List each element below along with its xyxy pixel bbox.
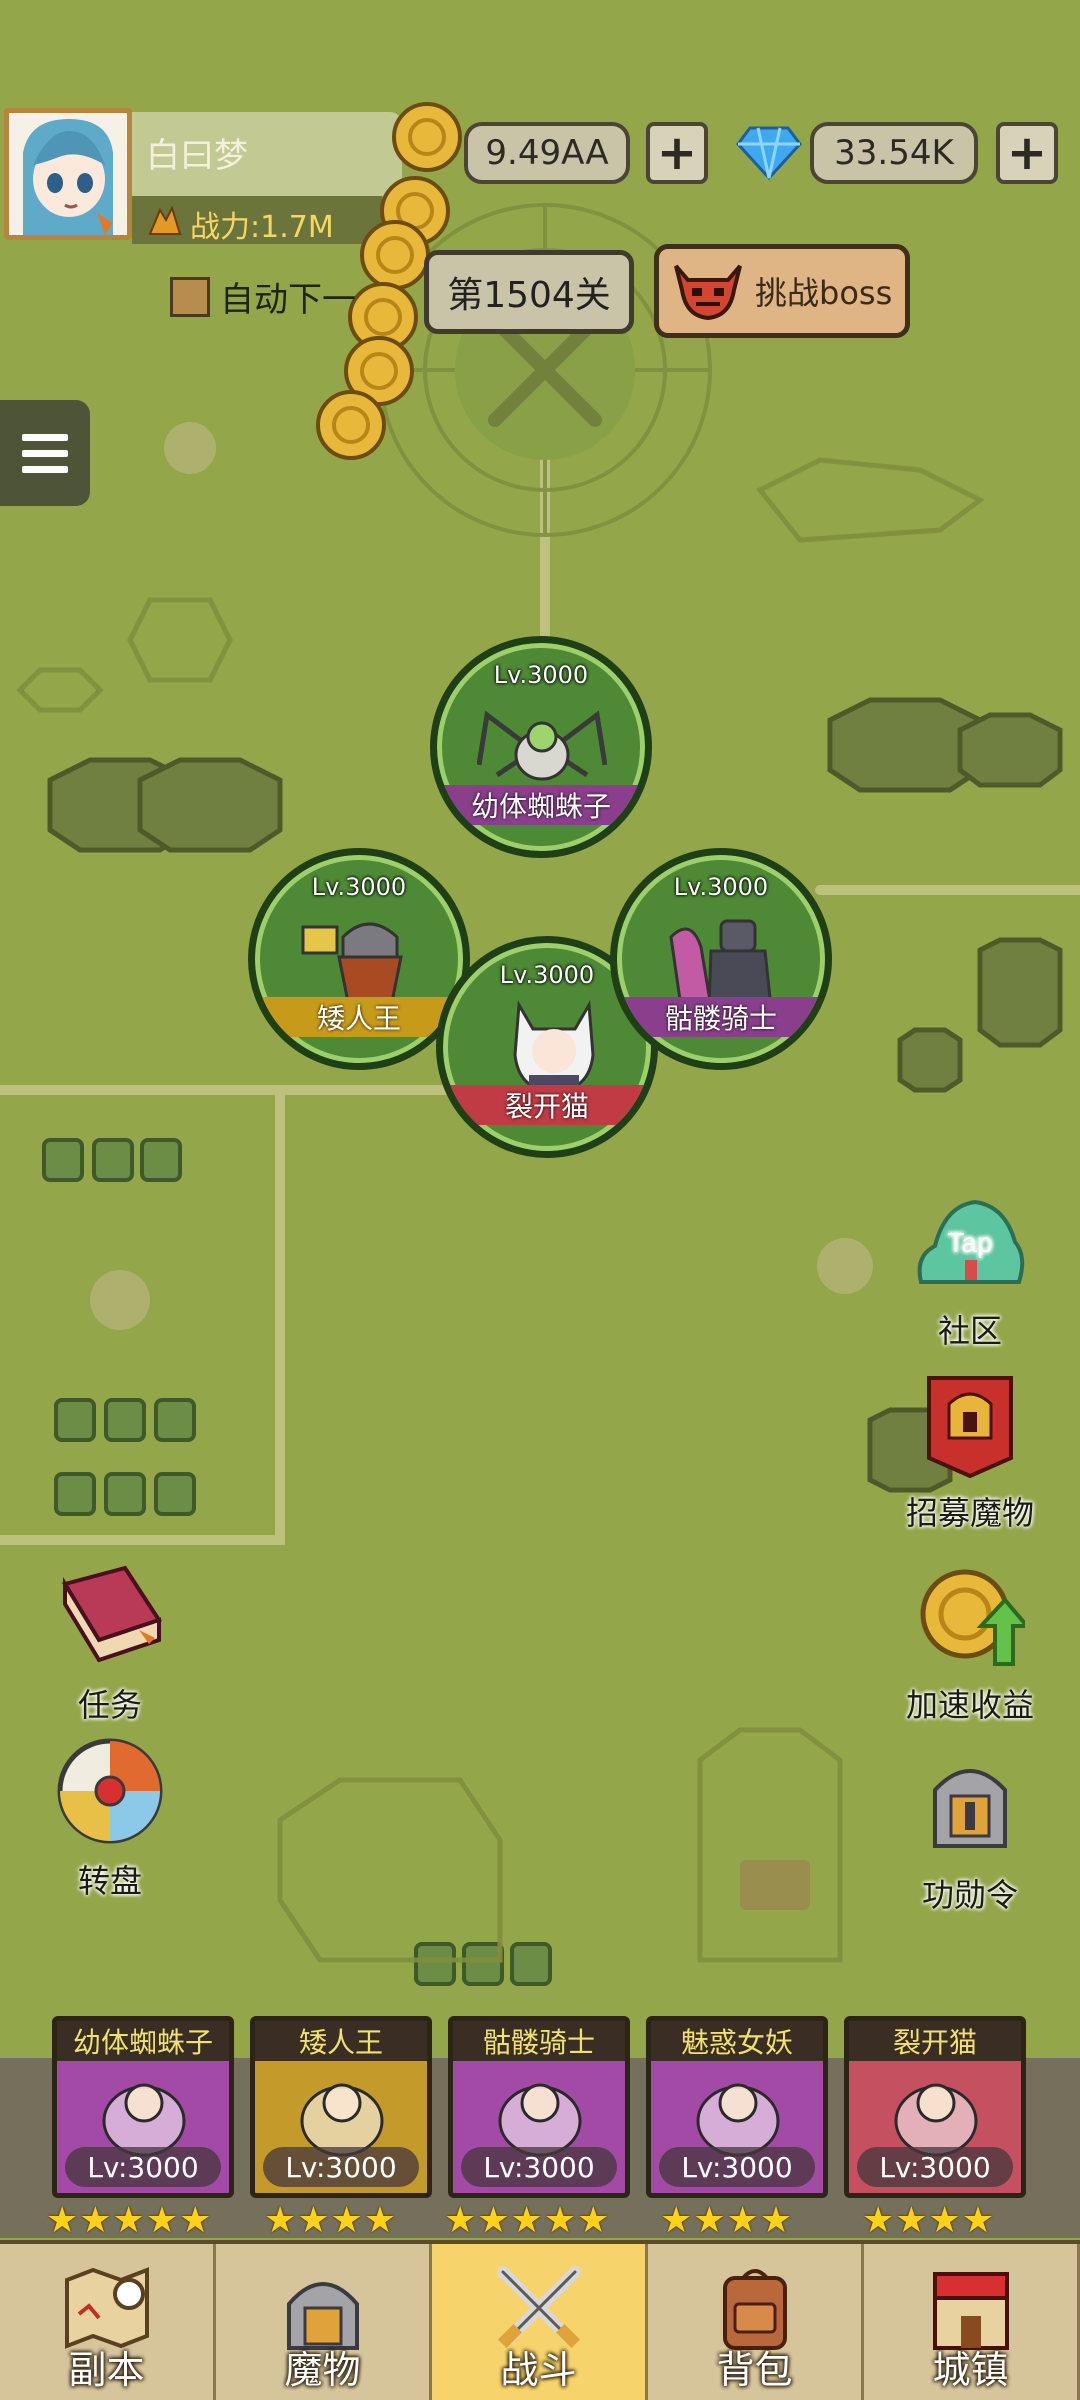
tap-community-icon: Tap xyxy=(917,1199,1025,1284)
team-card-name: 裂开猫 xyxy=(849,2021,1021,2061)
add-gold-button[interactable]: + xyxy=(646,122,708,184)
team-card[interactable]: 骷髅骑士 Lv:3000 xyxy=(448,2016,630,2198)
power-value: 战力:1.7M xyxy=(190,210,334,245)
team-card[interactable]: 裂开猫 Lv:3000 xyxy=(844,2016,1026,2198)
unit-level: Lv.3000 xyxy=(673,873,769,901)
quest-label: 任务 xyxy=(77,1686,142,1724)
svg-text:Tap: Tap xyxy=(947,1227,992,1258)
player-avatar[interactable] xyxy=(4,108,132,240)
power-icon xyxy=(148,206,182,235)
unit-level: Lv.3000 xyxy=(493,661,589,689)
team-card-portrait-icon xyxy=(696,2083,780,2157)
side-menu-button[interactable] xyxy=(0,400,90,506)
speed-coin-icon xyxy=(920,1569,1032,1666)
gem-amount: 33.54K xyxy=(810,122,978,184)
team-card-level: Lv:3000 xyxy=(857,2147,1013,2187)
team-card-name: 魅惑女妖 xyxy=(651,2021,823,2061)
quest-button[interactable]: 任务 xyxy=(40,1560,180,1726)
team-card-stars: ★★★★★ xyxy=(46,2200,213,2241)
team-card-level: Lv:3000 xyxy=(659,2147,815,2187)
quest-book-icon xyxy=(61,1565,163,1663)
boss-skull-icon xyxy=(674,264,742,321)
unit-circle-skeleton-knight[interactable]: Lv.3000 骷髅骑士 xyxy=(610,848,832,1070)
gold-coin-icon xyxy=(392,102,462,172)
team-card-name: 骷髅骑士 xyxy=(453,2021,625,2061)
wheel-icon xyxy=(57,1738,163,1844)
auto-next-toggle[interactable]: 自动下一 xyxy=(170,272,356,321)
bottom-nav: 副本 魔物 战斗 背包 城镇 xyxy=(0,2240,1080,2400)
auto-next-checkbox[interactable] xyxy=(170,276,210,317)
unit-name: 矮人王 xyxy=(255,997,463,1037)
stage-indicator: 第1504关 xyxy=(424,250,634,334)
speed-income-label: 加速收益 xyxy=(905,1686,1034,1724)
skeleton-knight-icon xyxy=(669,919,773,1007)
team-card-name: 矮人王 xyxy=(255,2021,427,2061)
team-card-name: 幼体蜘蛛子 xyxy=(57,2021,229,2061)
team-card-stars: ★★★★ xyxy=(660,2200,794,2241)
gold-coin-icon xyxy=(316,390,386,460)
team-card-portrait-icon xyxy=(498,2083,582,2157)
team-card-portrait-icon xyxy=(102,2083,186,2157)
medal-order-button[interactable]: 功勋令 xyxy=(900,1750,1040,1916)
team-card-level: Lv:3000 xyxy=(65,2147,221,2187)
community-button[interactable]: Tap 社区 xyxy=(900,1186,1040,1352)
recruit-monster-button[interactable]: 招募魔物 xyxy=(890,1368,1050,1534)
recruit-banner-icon xyxy=(927,1376,1013,1479)
team-card-stars: ★★★★★ xyxy=(444,2200,611,2241)
spider-icon xyxy=(477,710,607,781)
team-card-level: Lv:3000 xyxy=(461,2147,617,2187)
avatar-portrait-icon xyxy=(23,119,113,235)
gold-coin-icon xyxy=(360,220,430,290)
tab-label: 副本 xyxy=(68,2348,145,2392)
tab-battle[interactable]: 战斗 xyxy=(432,2244,648,2400)
team-card-level: Lv:3000 xyxy=(263,2147,419,2187)
split-cat-icon xyxy=(513,1000,595,1095)
player-name: 白曰梦 xyxy=(146,136,248,176)
unit-level: Lv.3000 xyxy=(311,873,407,901)
auto-next-label: 自动下一 xyxy=(220,280,356,320)
recruit-monster-label: 招募魔物 xyxy=(905,1494,1034,1532)
unit-name: 骷髅骑士 xyxy=(617,997,825,1037)
tab-dungeon[interactable]: 副本 xyxy=(0,2244,216,2400)
unit-name: 幼体蜘蛛子 xyxy=(437,785,645,825)
team-card[interactable]: 魅惑女妖 Lv:3000 xyxy=(646,2016,828,2198)
wheel-button[interactable]: 转盘 xyxy=(40,1736,180,1902)
unit-circle-spider[interactable]: Lv.3000 幼体蜘蛛子 xyxy=(430,636,652,858)
unit-name: 裂开猫 xyxy=(443,1085,651,1125)
team-card[interactable]: 矮人王 Lv:3000 xyxy=(250,2016,432,2198)
tab-town[interactable]: 城镇 xyxy=(864,2244,1080,2400)
challenge-boss-label: 挑战boss xyxy=(755,274,893,312)
tab-label: 背包 xyxy=(716,2348,793,2392)
dwarf-king-icon xyxy=(301,922,403,1007)
team-card-stars: ★★★★ xyxy=(862,2200,996,2241)
speed-income-button[interactable]: 加速收益 xyxy=(890,1560,1050,1726)
gold-amount: 9.49AA xyxy=(464,122,630,184)
knight-helmet-icon xyxy=(933,1769,1007,1848)
tab-label: 魔物 xyxy=(284,2348,361,2392)
hamburger-icon xyxy=(22,433,68,441)
team-card-portrait-icon xyxy=(300,2083,384,2157)
add-gem-button[interactable]: + xyxy=(996,122,1058,184)
community-label: 社区 xyxy=(937,1312,1002,1350)
tab-label: 城镇 xyxy=(932,2348,1009,2392)
team-card-stars: ★★★★ xyxy=(264,2200,398,2241)
tab-label: 战斗 xyxy=(500,2348,577,2392)
diamond-icon xyxy=(736,126,802,180)
tab-backpack[interactable]: 背包 xyxy=(648,2244,864,2400)
tab-monsters[interactable]: 魔物 xyxy=(216,2244,432,2400)
team-card[interactable]: 幼体蜘蛛子 Lv:3000 xyxy=(52,2016,234,2198)
team-card-portrait-icon xyxy=(894,2083,978,2157)
medal-order-label: 功勋令 xyxy=(921,1876,1018,1914)
wheel-label: 转盘 xyxy=(77,1862,142,1900)
